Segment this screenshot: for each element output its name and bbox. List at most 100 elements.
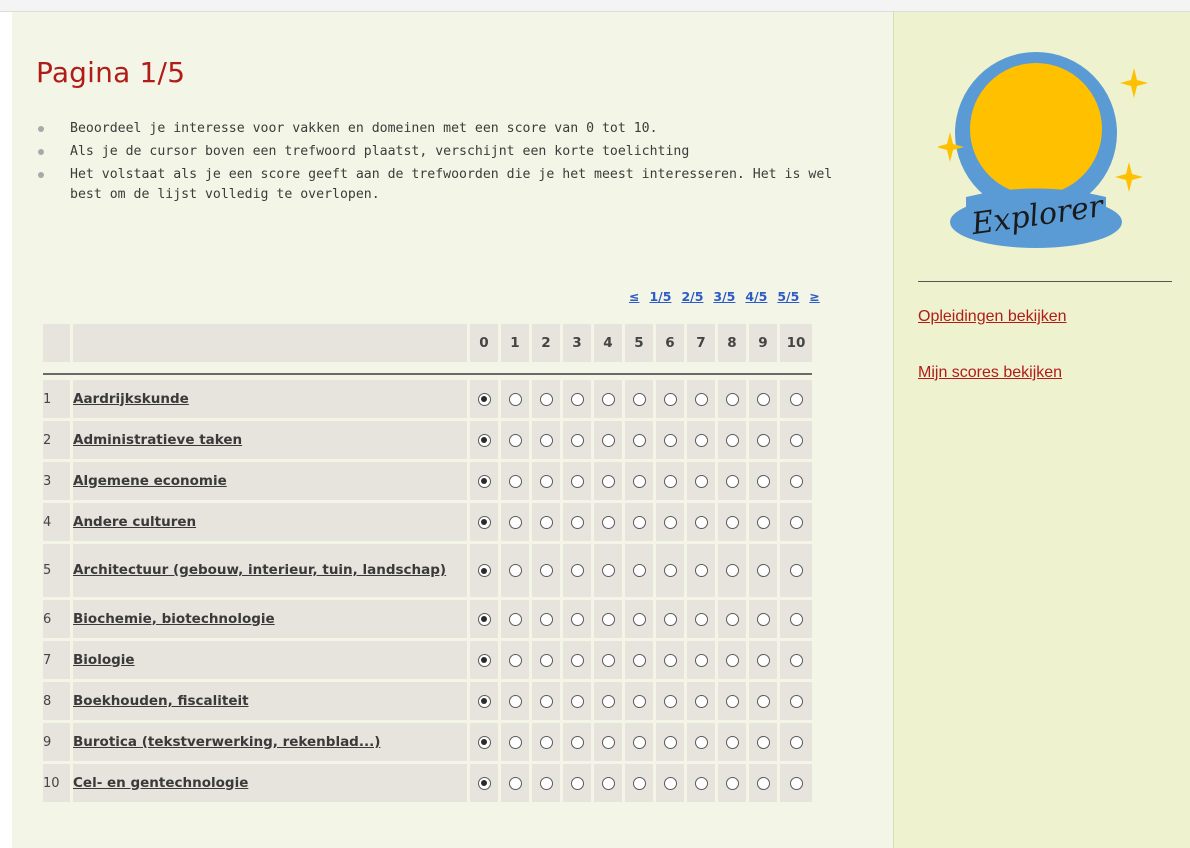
score-radio[interactable] [477,515,491,529]
score-radio[interactable] [508,474,522,488]
score-radio[interactable] [601,433,615,447]
score-radio[interactable] [694,735,708,749]
score-radio[interactable] [539,433,553,447]
score-radio[interactable] [632,515,646,529]
keyword-link[interactable]: Architectuur (gebouw, interieur, tuin, l… [73,562,446,578]
score-radio[interactable] [477,694,491,708]
pager-link-3[interactable]: 3/5 [713,289,735,304]
keyword-link[interactable]: Algemene economie [73,473,227,489]
score-radio[interactable] [694,653,708,667]
score-radio[interactable] [632,776,646,790]
score-radio[interactable] [601,392,615,406]
score-radio[interactable] [539,612,553,626]
score-radio[interactable] [508,564,522,577]
score-radio[interactable] [477,653,491,667]
score-radio[interactable] [789,564,803,577]
score-radio[interactable] [632,735,646,749]
score-radio[interactable] [570,474,584,488]
score-radio[interactable] [694,612,708,626]
score-radio[interactable] [539,564,553,577]
score-radio[interactable] [570,694,584,708]
score-radio[interactable] [725,515,739,529]
score-radio[interactable] [789,612,803,626]
score-radio[interactable] [508,392,522,406]
score-radio[interactable] [477,392,491,406]
score-radio[interactable] [694,474,708,488]
score-radio[interactable] [601,612,615,626]
keyword-link[interactable]: Boekhouden, fiscaliteit [73,693,249,709]
score-radio[interactable] [539,515,553,529]
score-radio[interactable] [570,433,584,447]
pager-link-2[interactable]: 2/5 [681,289,703,304]
score-radio[interactable] [570,653,584,667]
score-radio[interactable] [601,776,615,790]
score-radio[interactable] [663,612,677,626]
score-radio[interactable] [789,653,803,667]
score-radio[interactable] [789,694,803,708]
score-radio[interactable] [601,694,615,708]
score-radio[interactable] [725,564,739,577]
opleidingen-bekijken-link[interactable]: Opleidingen bekijken [918,308,1067,326]
pager-prev-link[interactable]: ≤ [629,289,639,304]
score-radio[interactable] [632,564,646,577]
score-radio[interactable] [756,612,770,626]
score-radio[interactable] [756,653,770,667]
score-radio[interactable] [570,392,584,406]
score-radio[interactable] [725,433,739,447]
score-radio[interactable] [508,694,522,708]
score-radio[interactable] [508,612,522,626]
keyword-link[interactable]: Burotica (tekstverwerking, rekenblad...) [73,734,380,750]
score-radio[interactable] [601,515,615,529]
keyword-link[interactable]: Biologie [73,652,135,668]
score-radio[interactable] [789,776,803,790]
score-radio[interactable] [789,392,803,406]
score-radio[interactable] [570,564,584,577]
score-radio[interactable] [539,776,553,790]
score-radio[interactable] [694,564,708,577]
pager-link-5[interactable]: 5/5 [777,289,799,304]
score-radio[interactable] [539,694,553,708]
score-radio[interactable] [663,433,677,447]
score-radio[interactable] [539,735,553,749]
score-radio[interactable] [694,776,708,790]
score-radio[interactable] [663,564,677,577]
pager-link-4[interactable]: 4/5 [745,289,767,304]
score-radio[interactable] [756,564,770,577]
score-radio[interactable] [632,694,646,708]
score-radio[interactable] [570,612,584,626]
score-radio[interactable] [663,474,677,488]
score-radio[interactable] [663,392,677,406]
score-radio[interactable] [725,653,739,667]
score-radio[interactable] [694,392,708,406]
pager-next-link[interactable]: ≥ [809,289,819,304]
score-radio[interactable] [694,515,708,529]
score-radio[interactable] [789,515,803,529]
score-radio[interactable] [632,653,646,667]
score-radio[interactable] [663,776,677,790]
score-radio[interactable] [756,433,770,447]
score-radio[interactable] [477,474,491,488]
score-radio[interactable] [477,612,491,626]
score-radio[interactable] [756,694,770,708]
score-radio[interactable] [539,653,553,667]
score-radio[interactable] [632,433,646,447]
score-radio[interactable] [663,653,677,667]
score-radio[interactable] [725,694,739,708]
score-radio[interactable] [601,474,615,488]
score-radio[interactable] [756,735,770,749]
score-radio[interactable] [508,433,522,447]
score-radio[interactable] [508,776,522,790]
score-radio[interactable] [756,392,770,406]
pager-link-1[interactable]: 1/5 [649,289,671,304]
score-radio[interactable] [570,515,584,529]
score-radio[interactable] [539,392,553,406]
score-radio[interactable] [601,735,615,749]
score-radio[interactable] [725,612,739,626]
score-radio[interactable] [508,515,522,529]
score-radio[interactable] [725,735,739,749]
keyword-link[interactable]: Aardrijkskunde [73,391,189,407]
score-radio[interactable] [477,776,491,790]
score-radio[interactable] [725,392,739,406]
mijn-scores-bekijken-link[interactable]: Mijn scores bekijken [918,364,1062,382]
keyword-link[interactable]: Cel- en gentechnologie [73,775,248,791]
